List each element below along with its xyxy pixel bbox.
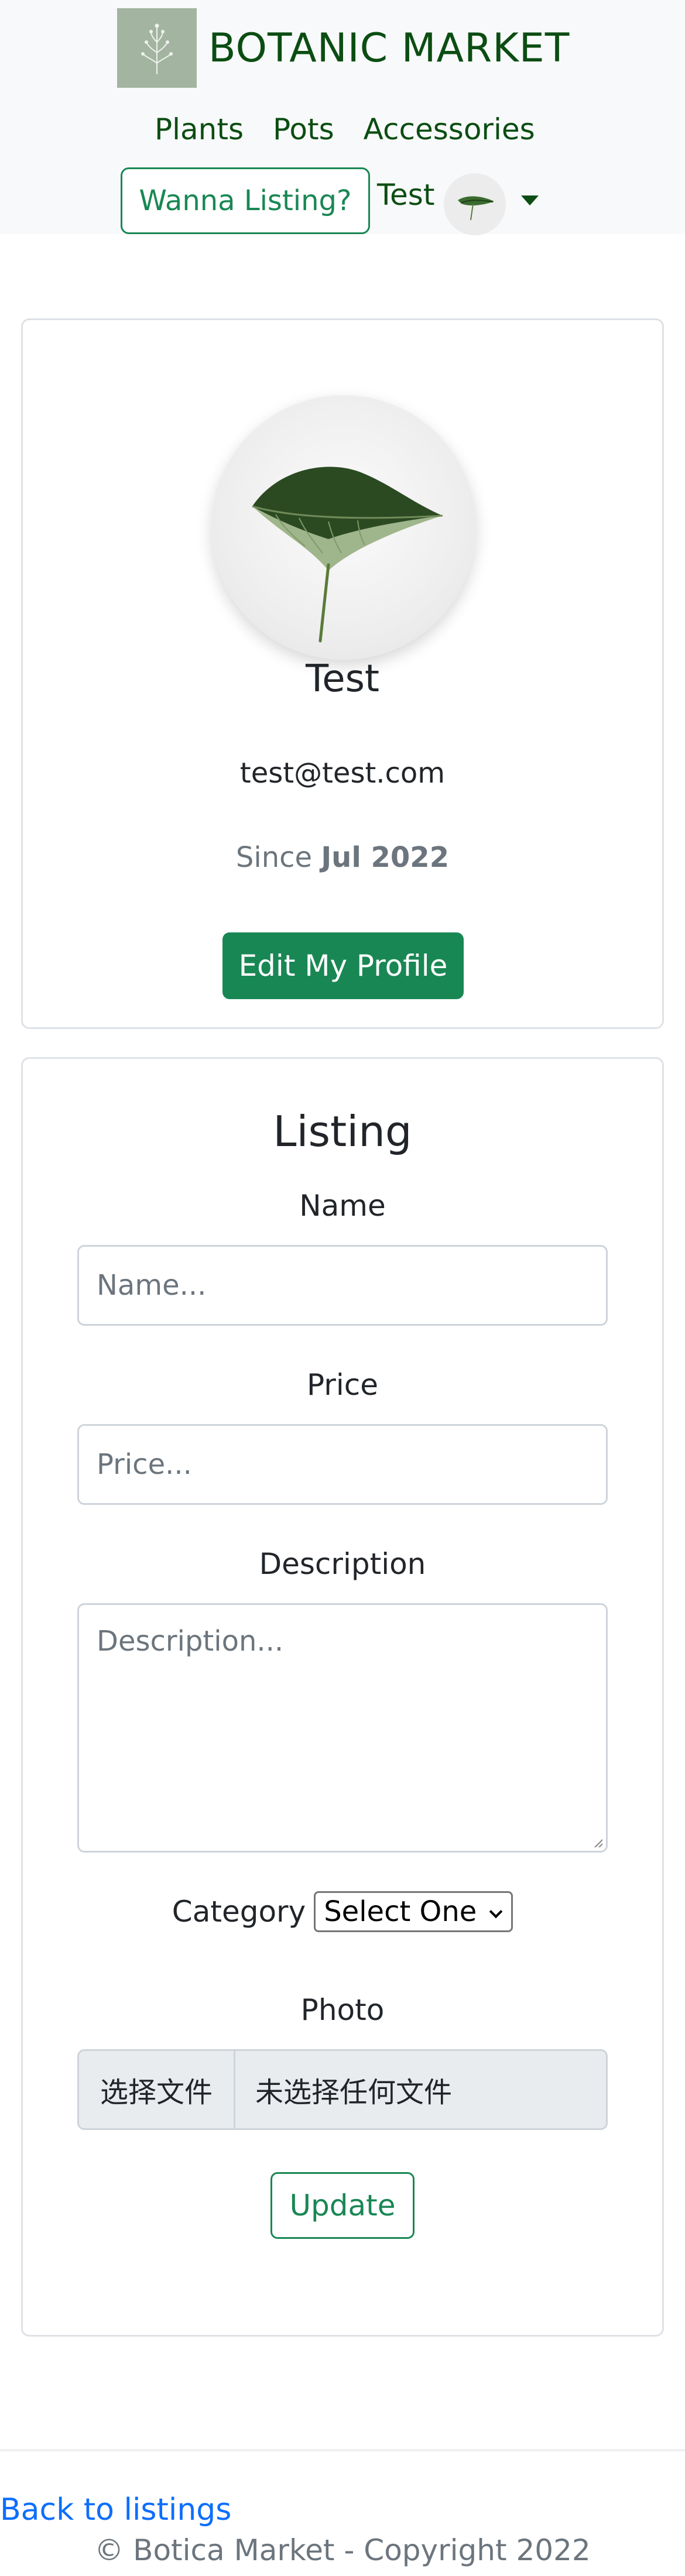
member-since-label: Since <box>235 841 313 874</box>
description-textarea[interactable]: Description... <box>77 1603 608 1853</box>
resize-grip-icon[interactable] <box>594 1839 602 1847</box>
copyright: © Botica Market - Copyright 2022 <box>94 2533 591 2567</box>
nav-link-plants[interactable]: Plants <box>155 112 244 146</box>
brand-link[interactable]: BOTANIC MARKET <box>117 8 570 88</box>
back-to-listings-link[interactable]: Back to listings <box>0 2492 231 2527</box>
edit-profile-button[interactable]: Edit My Profile <box>222 932 464 999</box>
listing-form-card: Listing Name Name... Price Price... Desc… <box>21 1057 664 2337</box>
user-name: Test <box>377 178 435 212</box>
caret-down-icon[interactable] <box>521 195 539 205</box>
navbar: BOTANIC MARKET Plants Pots Accessories W… <box>0 0 685 235</box>
price-input[interactable]: Price... <box>77 1424 608 1505</box>
category-selected-value: Select One <box>324 1895 477 1928</box>
choose-file-button[interactable]: 选择文件 <box>79 2051 236 2128</box>
nav-link-accessories[interactable]: Accessories <box>364 112 535 146</box>
botanical-sprig-icon <box>117 8 197 88</box>
profile-name: Test <box>305 657 380 701</box>
leaf-photo-icon <box>252 467 443 643</box>
member-since: Since Jul 2022 <box>23 841 662 874</box>
nav-link-pots[interactable]: Pots <box>273 112 334 146</box>
file-status: 未选择任何文件 <box>255 2076 453 2109</box>
photo-file-input[interactable]: 选择文件 未选择任何文件 <box>77 2049 608 2130</box>
wanna-listing-button[interactable]: Wanna Listing? <box>121 167 370 234</box>
main-nav: Plants Pots Accessories <box>155 112 564 146</box>
description-label: Description <box>259 1547 426 1581</box>
category-row: Category Select One <box>23 1891 662 1932</box>
footer-divider <box>0 2449 685 2451</box>
profile-avatar <box>211 395 476 660</box>
brand-name: BOTANIC MARKET <box>208 25 570 71</box>
profile-email: test@test.com <box>239 757 446 790</box>
name-label: Name <box>299 1189 386 1223</box>
user-avatar[interactable] <box>444 173 506 235</box>
name-input[interactable]: Name... <box>77 1245 608 1326</box>
category-label: Category <box>172 1895 306 1929</box>
update-button[interactable]: Update <box>270 2172 415 2239</box>
member-since-date: Jul 2022 <box>321 841 450 874</box>
name-placeholder: Name... <box>97 1269 207 1302</box>
leaf-avatar-icon <box>444 173 506 235</box>
price-placeholder: Price... <box>97 1448 192 1481</box>
category-select[interactable]: Select One <box>314 1891 513 1932</box>
description-placeholder: Description... <box>97 1625 284 1658</box>
chevron-down-icon <box>489 1905 503 1919</box>
price-label: Price <box>307 1368 378 1402</box>
listing-title: Listing <box>273 1107 412 1156</box>
profile-card: Test test@test.com Since Jul 2022 Edit M… <box>21 318 664 1029</box>
photo-label: Photo <box>300 1993 385 2027</box>
